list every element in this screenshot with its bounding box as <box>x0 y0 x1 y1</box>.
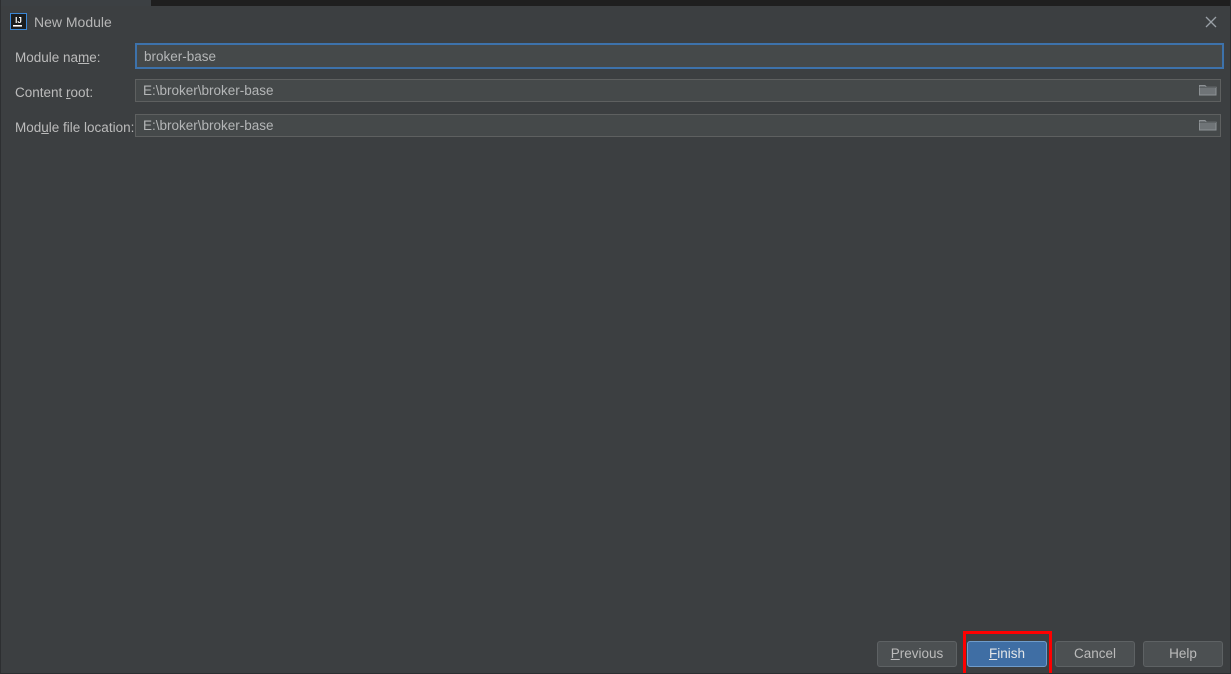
intellij-idea-icon: IJ <box>10 13 27 30</box>
dialog-titlebar: IJ New Module <box>1 6 1230 38</box>
content-root-label: Content root: <box>15 85 94 100</box>
module-file-location-browse-folder-icon[interactable] <box>1198 117 1220 135</box>
dialog-title: New Module <box>34 14 112 30</box>
new-module-dialog: IJ New Module Module name: Content root:… <box>0 0 1231 674</box>
cancel-button[interactable]: Cancel <box>1055 641 1135 667</box>
previous-button[interactable]: Previous <box>877 641 957 667</box>
svg-text:IJ: IJ <box>15 16 22 25</box>
finish-button[interactable]: Finish <box>967 641 1047 667</box>
content-root-input[interactable] <box>135 79 1221 102</box>
module-name-input[interactable] <box>135 43 1224 69</box>
module-name-label: Module name: <box>15 50 101 65</box>
content-root-browse-folder-icon[interactable] <box>1198 82 1220 100</box>
help-button[interactable]: Help <box>1143 641 1223 667</box>
module-file-location-label: Module file location: <box>15 120 135 135</box>
close-icon[interactable] <box>1196 9 1226 35</box>
module-file-location-input[interactable] <box>135 114 1221 137</box>
